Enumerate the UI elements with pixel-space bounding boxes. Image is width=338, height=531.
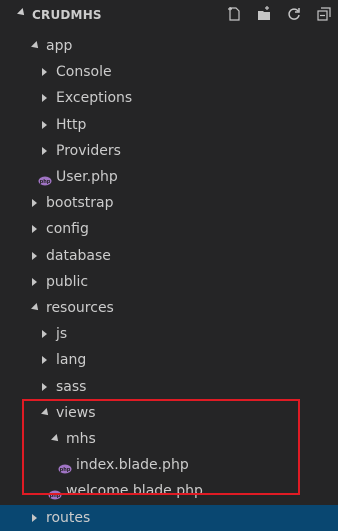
tree-folder-item[interactable]: sass (0, 374, 338, 400)
new-folder-icon[interactable] (256, 6, 272, 22)
chevron-right-icon[interactable] (42, 147, 47, 155)
tree-item-label: mhs (66, 431, 96, 447)
tree-folder-item[interactable]: mhs (0, 426, 338, 452)
refresh-icon[interactable] (286, 6, 302, 22)
tree-item-label: database (46, 248, 111, 264)
chevron-right-icon[interactable] (32, 225, 37, 233)
collapse-section-icon[interactable] (17, 8, 27, 18)
tree-folder-item[interactable]: public (0, 269, 338, 295)
tree-item-label: Console (56, 64, 112, 80)
chevron-right-icon[interactable] (32, 278, 37, 286)
tree-folder-item[interactable]: Providers (0, 138, 338, 164)
tree-item-label: welcome.blade.php (66, 483, 203, 499)
tree-item-label: routes (46, 510, 91, 526)
chevron-down-icon[interactable] (31, 41, 41, 51)
tree-item-label: config (46, 221, 89, 237)
tree-item-label: Exceptions (56, 90, 133, 106)
tree-item-label: User.php (56, 169, 118, 185)
tree-item-label: app (46, 38, 73, 54)
explorer-title: CRUDMHS (32, 8, 102, 22)
chevron-right-icon[interactable] (32, 252, 37, 260)
svg-text:php: php (60, 467, 71, 473)
tree-item-label: sass (56, 379, 87, 395)
explorer-actions (226, 6, 332, 22)
chevron-down-icon[interactable] (31, 303, 41, 313)
chevron-right-icon[interactable] (32, 199, 37, 207)
tree-file-item[interactable]: php User.php (0, 164, 338, 190)
explorer-header[interactable]: CRUDMHS (0, 0, 338, 30)
tree-folder-item[interactable]: routes (0, 505, 338, 531)
tree-item-label: js (56, 326, 68, 342)
tree-folder-item[interactable]: bootstrap (0, 190, 338, 216)
tree-folder-item[interactable]: config (0, 216, 338, 242)
tree-item-label: public (46, 274, 89, 290)
tree-folder-item[interactable]: app (0, 33, 338, 59)
tree-file-item[interactable]: php welcome.blade.php (0, 478, 338, 504)
chevron-right-icon[interactable] (42, 68, 47, 76)
tree-folder-item[interactable]: js (0, 321, 338, 347)
svg-text:php: php (40, 179, 51, 185)
chevron-right-icon[interactable] (32, 514, 37, 522)
svg-text:php: php (50, 493, 61, 499)
tree-folder-item[interactable]: Console (0, 59, 338, 85)
tree-item-label: lang (56, 352, 87, 368)
tree-item-label: bootstrap (46, 195, 114, 211)
tree-folder-item[interactable]: Exceptions (0, 85, 338, 111)
tree-file-item[interactable]: php index.blade.php (0, 452, 338, 478)
tree-folder-item[interactable]: Http (0, 112, 338, 138)
tree-folder-item[interactable]: database (0, 243, 338, 269)
new-file-icon[interactable] (226, 6, 242, 22)
tree-item-label: index.blade.php (76, 457, 189, 473)
tree-item-label: views (56, 405, 96, 421)
tree-item-label: Providers (56, 143, 121, 159)
tree-item-label: Http (56, 117, 87, 133)
tree-item-label: resources (46, 300, 114, 316)
chevron-down-icon[interactable] (51, 434, 61, 444)
chevron-down-icon[interactable] (41, 408, 51, 418)
chevron-right-icon[interactable] (42, 94, 47, 102)
chevron-right-icon[interactable] (42, 356, 47, 364)
tree-folder-item[interactable]: views (0, 400, 338, 426)
collapse-all-icon[interactable] (316, 6, 332, 22)
tree-folder-item[interactable]: resources (0, 295, 338, 321)
chevron-right-icon[interactable] (42, 121, 47, 129)
chevron-right-icon[interactable] (42, 330, 47, 338)
tree-folder-item[interactable]: lang (0, 347, 338, 373)
chevron-right-icon[interactable] (42, 383, 47, 391)
